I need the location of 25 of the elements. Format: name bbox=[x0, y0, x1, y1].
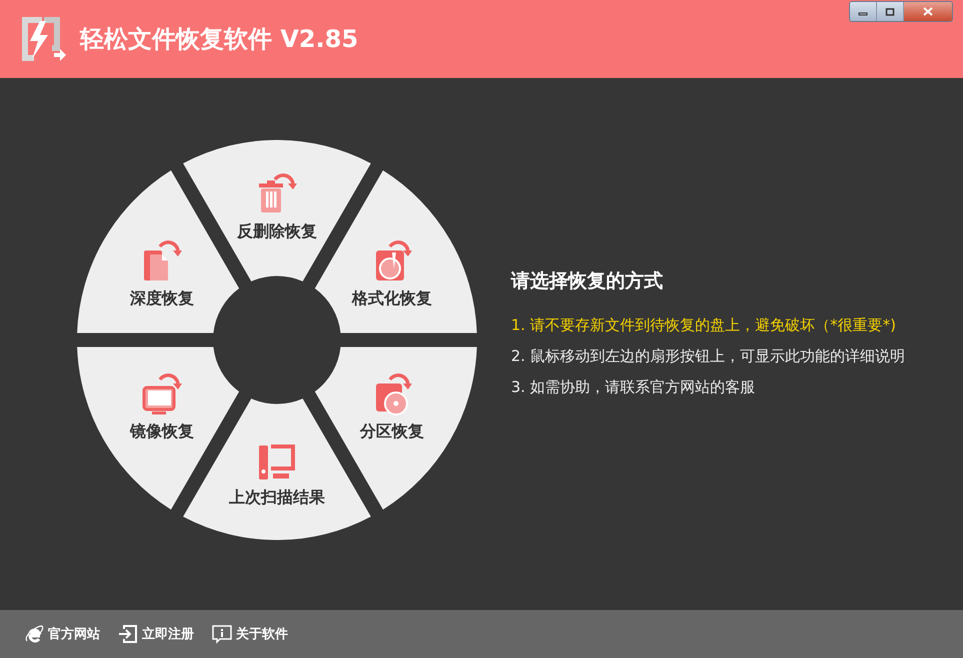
mode-label: 分区恢复 bbox=[360, 421, 424, 442]
enter-icon[interactable] bbox=[118, 624, 138, 644]
minimize-button[interactable] bbox=[850, 2, 877, 21]
mode-label: 深度恢复 bbox=[130, 288, 194, 309]
maximize-button[interactable] bbox=[877, 2, 904, 21]
browser-icon[interactable] bbox=[24, 624, 44, 644]
mode-label: 格式化恢复 bbox=[352, 288, 432, 309]
instructions-heading: 请选择恢复的方式 bbox=[511, 269, 664, 294]
close-icon bbox=[922, 7, 934, 16]
monitor-icon bbox=[140, 371, 184, 415]
instruction-text: 2. 鼠标移动到左边的扇形按钮上，可显示此功能的详细说明 bbox=[511, 347, 906, 366]
info-icon[interactable] bbox=[212, 624, 232, 644]
mode-label: 镜像恢复 bbox=[130, 421, 194, 442]
instruction-text: 3. 如需协助，请联系官方网站的客服 bbox=[511, 378, 756, 397]
logo-icon bbox=[20, 15, 66, 63]
mode-label: 反删除恢复 bbox=[237, 222, 317, 242]
instruction-text: 1. 请不要存新文件到待恢复的盘上，避免破坏（*很重要*) bbox=[511, 316, 897, 335]
mode-label: 上次扫描结果 bbox=[229, 488, 325, 508]
maximize-icon bbox=[885, 8, 895, 16]
sector-button[interactable] bbox=[183, 140, 371, 282]
footer-link[interactable]: 关于软件 bbox=[236, 625, 288, 643]
footer-link[interactable]: 立即注册 bbox=[142, 625, 194, 643]
window-title: 轻松文件恢复软件 V2.85 bbox=[80, 24, 358, 55]
footer-link[interactable]: 官方网站 bbox=[48, 625, 100, 643]
close-button[interactable] bbox=[904, 2, 952, 21]
